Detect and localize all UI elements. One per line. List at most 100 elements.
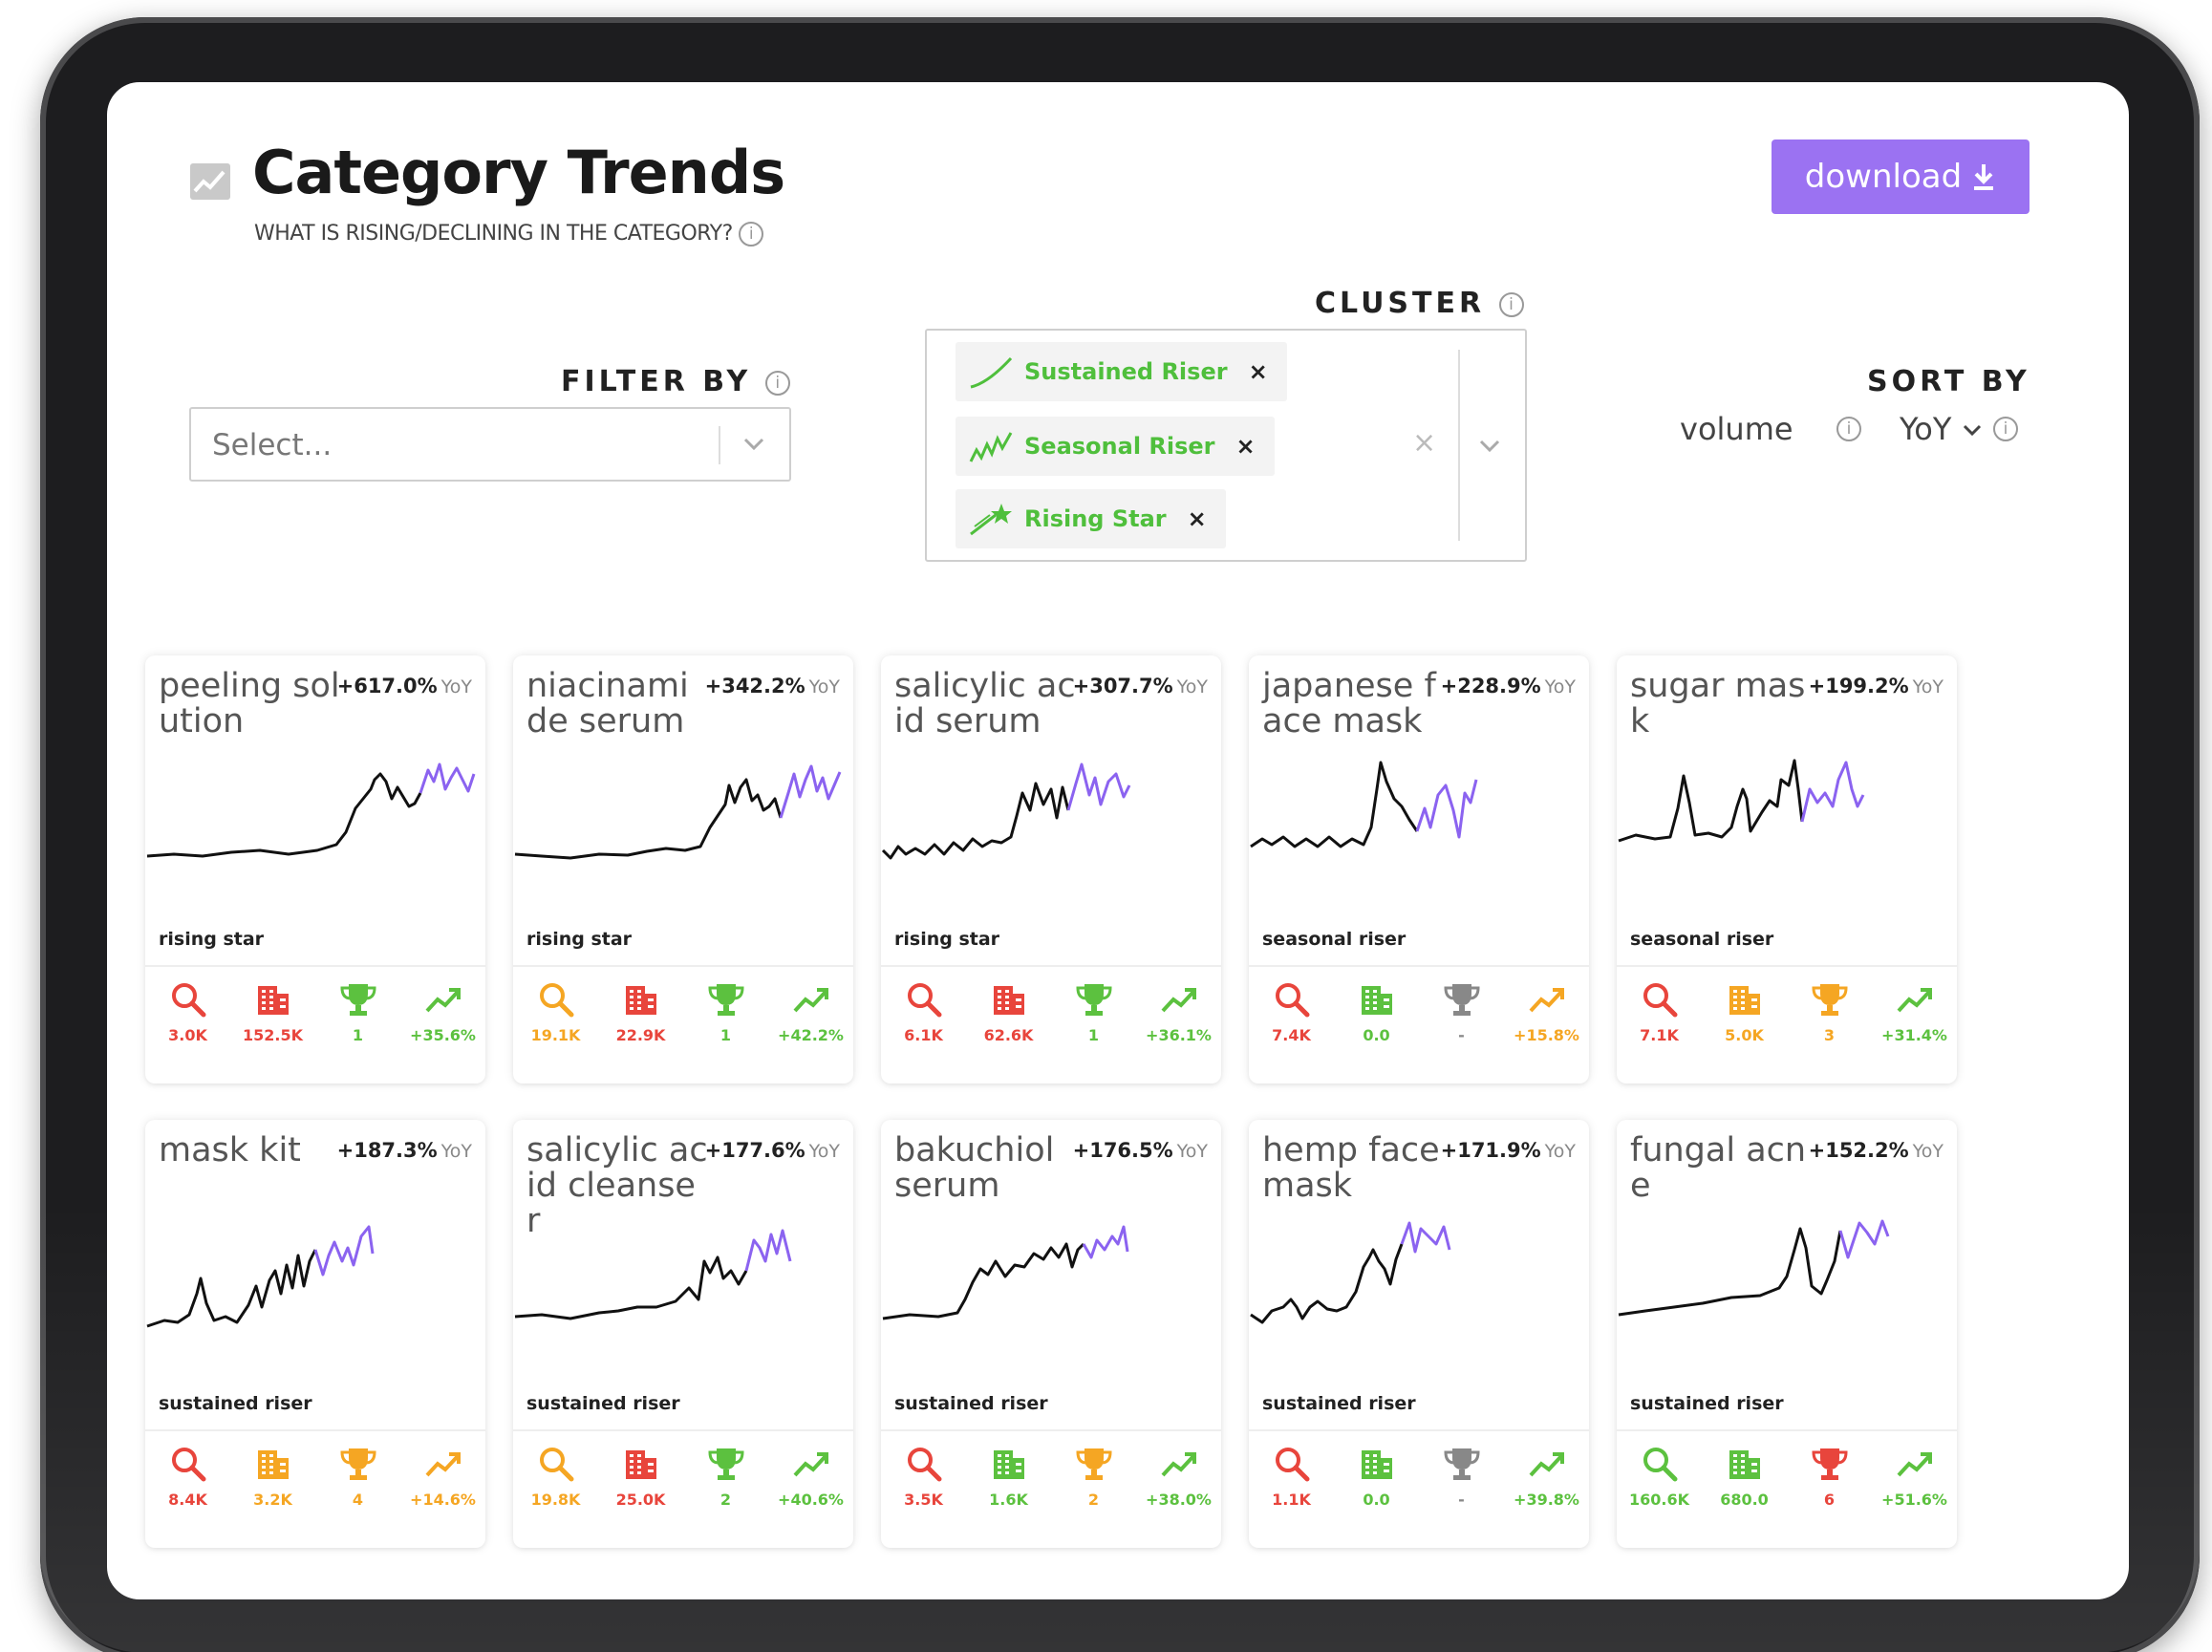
trend-card-header: mask kit +187.3% YoY sustained riser <box>145 1120 485 1427</box>
card-sparkline <box>514 764 842 860</box>
sparkline-history <box>1250 1243 1404 1324</box>
card-metric-value: 8.4K <box>168 1491 207 1509</box>
trend-card[interactable]: salicylic acid serum +307.7% YoY rising sta… <box>881 655 1221 1083</box>
card-metric: +14.6% <box>400 1445 485 1509</box>
card-metric: 62.6K <box>966 980 1051 1044</box>
card-cluster-label: rising star <box>894 929 1000 950</box>
trend-card[interactable]: bakuchiol serum +176.5% YoY sustained riser… <box>881 1120 1221 1548</box>
card-divider <box>145 965 485 967</box>
card-sparkline <box>1250 761 1478 848</box>
sparkline-history <box>881 782 1070 860</box>
sparkline-history <box>514 778 783 860</box>
card-title: bakuchiol serum <box>894 1131 1055 1205</box>
sort-option-volume[interactable]: volume <box>1680 411 1793 447</box>
card-metric: 19.1K <box>513 980 598 1044</box>
chevron-down-icon[interactable] <box>741 436 766 453</box>
filter-select-placeholder: Select... <box>212 428 333 462</box>
trend-up-icon <box>793 988 828 1013</box>
card-metric-value: +40.6% <box>778 1491 844 1509</box>
card-metric-value: 4 <box>352 1491 364 1509</box>
building-icon <box>1729 1450 1760 1479</box>
card-metric-value: 25.0K <box>615 1491 666 1509</box>
filter-select[interactable]: Select... <box>189 407 791 482</box>
building-icon <box>257 1450 289 1479</box>
card-divider <box>1617 965 1957 967</box>
trend-up-icon <box>793 1452 828 1477</box>
card-metric-value: 62.6K <box>983 1026 1034 1044</box>
card-yoy: +617.0% YoY <box>337 675 472 697</box>
remove-chip-icon[interactable]: × <box>1236 433 1256 460</box>
sparkline-recent <box>1082 1225 1129 1259</box>
sort-by-label: SORT BY <box>1867 365 2030 398</box>
search-icon <box>539 1448 573 1482</box>
info-icon[interactable]: i <box>739 222 764 247</box>
sparkline-recent <box>1800 761 1865 823</box>
trend-card[interactable]: japanese face mask +228.9% YoY seasonal ris… <box>1249 655 1589 1083</box>
card-metric-value: 680.0 <box>1720 1491 1769 1509</box>
trend-card[interactable]: peeling solution +617.0% YoY rising star 3.0… <box>145 655 485 1083</box>
card-yoy-unit: YoY <box>1176 1141 1208 1162</box>
card-metric: 3 <box>1787 980 1872 1044</box>
info-icon[interactable]: i <box>764 370 790 396</box>
card-cluster-label: sustained riser <box>159 1393 312 1414</box>
cluster-multiselect[interactable]: Sustained Riser × Seasonal Riser × Risin… <box>925 329 1527 562</box>
trend-card[interactable]: fungal acne +152.2% YoY sustained riser 160.… <box>1617 1120 1957 1548</box>
sparkline-recent <box>313 1225 375 1277</box>
card-metric-value: 2 <box>719 1491 732 1509</box>
trophy-icon <box>1443 1448 1480 1480</box>
card-metric-value: 3.0K <box>168 1026 207 1044</box>
card-metric-value: +38.0% <box>1146 1491 1212 1509</box>
clear-all-icon[interactable]: × <box>1412 426 1436 460</box>
card-cluster-label: sustained riser <box>1262 1393 1416 1414</box>
chevron-down-icon[interactable] <box>1962 423 1983 439</box>
card-sparkline <box>1618 759 1865 843</box>
card-yoy: +176.5% YoY <box>1073 1139 1208 1162</box>
app-screen: Category Trends WHAT IS RISING/DECLINING… <box>107 82 2129 1599</box>
card-metric-value: 0.0 <box>1363 1491 1390 1509</box>
building-icon <box>993 1450 1024 1479</box>
card-metric-value: +31.4% <box>1881 1026 1947 1044</box>
rising-star-icon <box>970 504 1012 536</box>
trend-card-header: bakuchiol serum +176.5% YoY sustained riser <box>881 1120 1221 1427</box>
filter-by-text: FILTER BY <box>561 365 752 398</box>
card-yoy: +199.2% YoY <box>1809 675 1944 697</box>
info-icon[interactable]: i <box>1498 291 1524 317</box>
card-metric-value: +15.8% <box>1514 1026 1579 1044</box>
card-metric: 1.6K <box>966 1445 1051 1509</box>
card-metric: 2 <box>683 1445 768 1509</box>
card-metric: 19.8K <box>513 1445 598 1509</box>
card-metric-value: 3.2K <box>253 1491 292 1509</box>
trend-up-icon <box>1897 988 1932 1013</box>
trend-card[interactable]: niacinamide serum +342.2% YoY rising star 19… <box>513 655 853 1083</box>
card-metric-value: +51.6% <box>1881 1491 1947 1509</box>
card-divider <box>145 1429 485 1431</box>
card-yoy-unit: YoY <box>808 1141 840 1162</box>
info-icon[interactable]: i <box>1993 417 2018 441</box>
card-metric-value: 19.8K <box>530 1491 581 1509</box>
cluster-label: CLUSTER i <box>1315 287 1524 320</box>
card-divider <box>881 1429 1221 1431</box>
trend-chart-icon <box>190 163 230 200</box>
card-metric: +15.8% <box>1504 980 1589 1044</box>
seasonal-riser-icon <box>969 432 1013 462</box>
download-icon <box>1974 164 1994 190</box>
sparkline-history <box>1618 759 1804 843</box>
trend-card[interactable]: sugar mask +199.2% YoY seasonal riser 7.1K 5.… <box>1617 655 1957 1083</box>
card-metric: 2 <box>1051 1445 1136 1509</box>
remove-chip-icon[interactable]: × <box>1249 358 1268 385</box>
remove-chip-icon[interactable]: × <box>1188 505 1207 532</box>
trend-card[interactable]: salicylic acid cleanser +177.6% YoY sustain… <box>513 1120 853 1548</box>
chevron-down-icon[interactable] <box>1477 438 1502 455</box>
card-metric: 680.0 <box>1702 1445 1787 1509</box>
card-yoy-unit: YoY <box>1176 676 1208 697</box>
card-sparkline <box>1618 1219 1890 1317</box>
card-metric: - <box>1419 1445 1504 1509</box>
trend-card[interactable]: mask kit +187.3% YoY sustained riser 8.4K 3.2… <box>145 1120 485 1548</box>
sparkline-recent <box>1066 762 1131 811</box>
trend-card[interactable]: hemp face mask +171.9% YoY sustained riser 1… <box>1249 1120 1589 1548</box>
card-metric: 152.5K <box>230 980 315 1044</box>
sort-option-yoy[interactable]: YoY <box>1900 411 1983 447</box>
download-button[interactable]: download <box>1772 139 2029 214</box>
card-metric: 1 <box>315 980 400 1044</box>
info-icon[interactable]: i <box>1836 417 1861 441</box>
